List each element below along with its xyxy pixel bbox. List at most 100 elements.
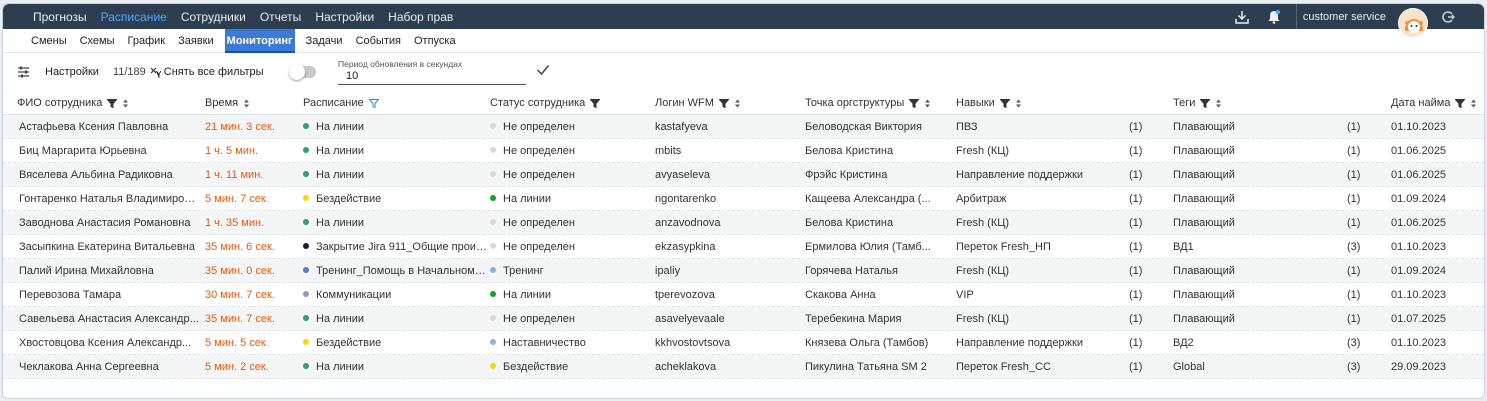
sort-icon[interactable] <box>243 99 250 108</box>
table-row[interactable]: Чеклакова Анна Сергеевна 5 мин. 2 сек. На … <box>3 355 1484 379</box>
column-header-point[interactable]: Точка оргструктуры <box>805 91 931 115</box>
sort-icon[interactable] <box>924 99 931 108</box>
cell-skills-text: Fresh (КЦ) <box>956 145 1010 157</box>
table-row[interactable]: Хвостовцова Ксения Александр... 5 мин. 5 … <box>3 331 1484 355</box>
column-header-label: Дата найма <box>1391 97 1451 109</box>
cell-time: 30 мин. 7 сек. <box>205 283 295 307</box>
sub-nav-tab[interactable]: События <box>356 29 401 53</box>
table-row[interactable]: Гонтаренко Наталья Владимиров... 5 мин. 7… <box>3 187 1484 211</box>
settings-icon[interactable] <box>17 66 30 78</box>
sub-nav-tab[interactable]: Смены <box>31 29 67 53</box>
table-row[interactable]: Астафьева Ксения Павловна 21 мин. 3 сек. Н… <box>3 115 1484 139</box>
column-header-skills[interactable]: Навыки <box>956 91 1022 115</box>
table-row[interactable]: Засыпкина Екатерина Витальевна 35 мин. 6 … <box>3 235 1484 259</box>
cell-hire-text: 01.09.2024 <box>1391 265 1447 277</box>
cell-fio: Палий Ирина Михайловна <box>19 259 199 283</box>
sub-nav-tab[interactable]: Задачи <box>306 29 343 53</box>
top-nav-item[interactable]: Расписание <box>101 10 167 24</box>
cell-schedule: На линии <box>303 211 488 235</box>
table-row[interactable]: Биц Маргарита Юрьевна 1 ч. 5 мин. На линии… <box>3 139 1484 163</box>
cell-skills-count: (1) <box>1129 121 1143 133</box>
cell-point-text: Беловодская Виктория <box>805 121 922 133</box>
sort-icon[interactable] <box>1470 99 1477 108</box>
top-nav-item[interactable]: Отчеты <box>260 10 301 24</box>
column-header-status[interactable]: Статус сотрудника <box>490 91 601 115</box>
sort-icon[interactable] <box>122 99 129 108</box>
cell-tags: Плавающий <box>1173 211 1333 235</box>
filter-icon[interactable] <box>718 98 729 108</box>
sub-nav-tab[interactable]: Заявки <box>178 29 214 53</box>
cell-time-text: 1 ч. 11 мин. <box>205 169 264 181</box>
cell-point: Князева Ольга (Тамбов) <box>805 331 945 355</box>
cell-time-text: 5 мин. 7 сек. <box>205 193 269 205</box>
cell-hire: 29.09.2023 <box>1391 355 1481 379</box>
cell-status: Не определен <box>490 115 640 139</box>
column-header-hire[interactable]: Дата найма <box>1391 91 1477 115</box>
sort-icon[interactable] <box>1015 99 1022 108</box>
cell-hire-text: 01.06.2025 <box>1391 145 1447 157</box>
cell-time-text: 1 ч. 5 мин. <box>205 145 259 157</box>
filter-icon[interactable] <box>107 98 118 108</box>
download-icon[interactable] <box>1232 7 1252 27</box>
table-row[interactable]: Заводнова Анастасия Романовна 1 ч. 35 мин… <box>3 211 1484 235</box>
top-nav-item[interactable]: Настройки <box>315 10 374 24</box>
clear-filters-button[interactable]: Снять все фильтры <box>150 66 264 78</box>
avatar[interactable] <box>1398 7 1428 38</box>
column-header-login[interactable]: Логин WFM <box>655 91 741 115</box>
filter-icon[interactable] <box>1455 98 1466 108</box>
column-header-time[interactable]: Время <box>205 91 250 115</box>
cell-status-text: Наставничество <box>503 337 586 349</box>
cell-tags-text: Плавающий <box>1173 217 1235 229</box>
sub-nav-tab[interactable]: Отпуска <box>414 29 456 53</box>
cell-time: 5 мин. 2 сек. <box>205 355 295 379</box>
filter-icon[interactable] <box>590 98 601 108</box>
cell-fio-text: Засыпкина Екатерина Витальевна <box>19 241 195 253</box>
cell-time: 21 мин. 3 сек. <box>205 115 295 139</box>
sub-nav-tab[interactable]: Схемы <box>80 29 115 53</box>
table-row[interactable]: Перевозова Тамара 30 мин. 7 сек. Коммуника… <box>3 283 1484 307</box>
sort-icon[interactable] <box>734 99 741 108</box>
column-header-schedule[interactable]: Расписание <box>303 91 379 115</box>
status-dot <box>490 267 496 273</box>
sub-nav-tab[interactable]: График <box>128 29 166 53</box>
filter-icon[interactable] <box>1200 98 1211 108</box>
cell-skills: Переток Fresh_CC <box>956 355 1121 379</box>
cell-tags-text: ВД1 <box>1173 241 1194 253</box>
top-nav-item[interactable]: Набор прав <box>388 10 453 24</box>
cell-login: tperevozova <box>655 283 800 307</box>
filter-icon[interactable] <box>368 98 379 108</box>
logout-icon[interactable] <box>1438 7 1458 27</box>
filter-icon[interactable] <box>999 98 1010 108</box>
cell-status-text: Не определен <box>503 121 575 133</box>
auto-refresh-toggle[interactable] <box>288 64 316 80</box>
settings-button[interactable]: Настройки <box>45 66 99 78</box>
cell-time: 1 ч. 11 мин. <box>205 163 295 187</box>
column-header-fio[interactable]: ФИО сотрудника <box>17 91 129 115</box>
cell-schedule: Коммуникации <box>303 283 488 307</box>
period-field[interactable]: Период обновления в секундах 10 <box>338 59 526 85</box>
cell-hire-text: 01.10.2023 <box>1391 337 1447 349</box>
sub-nav-tab[interactable]: Мониторинг <box>224 28 295 53</box>
cell-fio-text: Заводнова Анастасия Романовна <box>19 217 191 229</box>
username[interactable]: customer service <box>1303 11 1386 23</box>
cell-tags: Плавающий <box>1173 163 1333 187</box>
top-nav-item[interactable]: Прогнозы <box>33 10 87 24</box>
column-header-label: Навыки <box>956 97 995 109</box>
cell-point: Горячева Наталья <box>805 259 945 283</box>
table-row[interactable]: Вяселева Альбина Радиковна 1 ч. 11 мин. На… <box>3 163 1484 187</box>
period-input[interactable]: 10 <box>346 70 358 82</box>
column-header-label: Статус сотрудника <box>490 97 586 109</box>
bell-icon[interactable] <box>1264 7 1284 27</box>
top-nav-item[interactable]: Сотрудники <box>181 10 246 24</box>
filter-icon[interactable] <box>909 98 920 108</box>
status-dot <box>303 195 309 201</box>
cell-point-text: Скакова Анна <box>805 289 876 301</box>
column-header-label: Логин WFM <box>655 97 714 109</box>
column-header-tags[interactable]: Теги <box>1173 91 1222 115</box>
cell-skills-count: (1) <box>1129 193 1143 205</box>
cell-tags: Плавающий <box>1173 139 1333 163</box>
table-row[interactable]: Палий Ирина Михайловна 35 мин. 0 сек. Трен… <box>3 259 1484 283</box>
table-row[interactable]: Савельева Анастасия Александр... 35 мин. … <box>3 307 1484 331</box>
sort-icon[interactable] <box>1215 99 1222 108</box>
apply-check-icon[interactable] <box>536 64 550 79</box>
